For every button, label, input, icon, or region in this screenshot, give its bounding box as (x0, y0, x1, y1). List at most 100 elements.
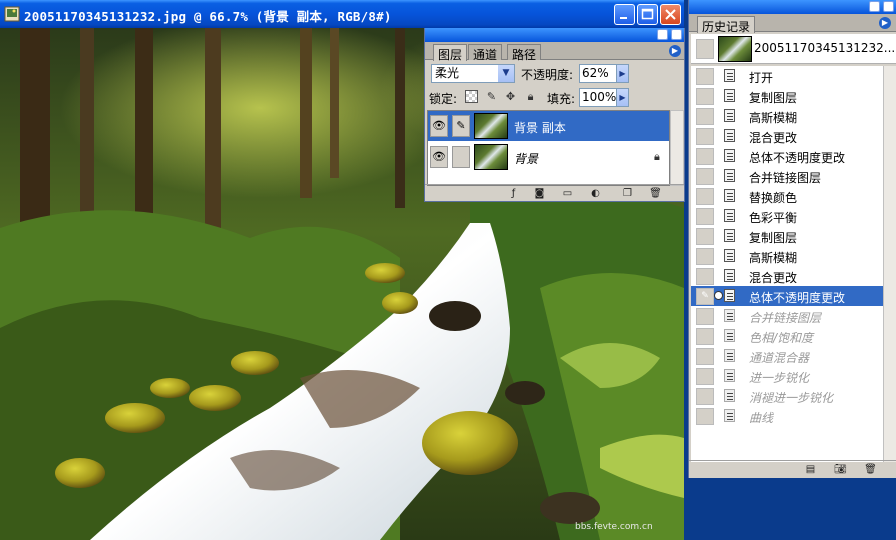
watermark-text: bbs.fevte.com.cn (575, 522, 653, 532)
layers-palette: 图层 通道 路径 ▶ 柔光 ▼ 不透明度: 62% ▶ 锁定: ✎ ✥ 🔒︎ 填… (424, 28, 685, 202)
history-source-checkbox[interactable] (696, 368, 714, 385)
minimize-icon (620, 17, 627, 19)
palette-minimize-button[interactable] (657, 29, 668, 40)
history-item[interactable]: 色相/饱和度 (691, 326, 883, 346)
history-source-checkbox[interactable] (696, 408, 714, 425)
fill-slider-button[interactable]: ▶ (616, 88, 629, 107)
snapshot-name: 20051170345131232... (754, 41, 896, 55)
history-item-label: 进一步锐化 (749, 371, 810, 385)
blend-mode-select[interactable]: 柔光 ▼ (431, 64, 515, 83)
history-source-checkbox[interactable] (696, 348, 714, 365)
tab-paths[interactable]: 路径 (507, 44, 542, 62)
tab-channels[interactable]: 通道 (468, 44, 503, 62)
layer-list-scrollbar[interactable] (670, 110, 684, 186)
new-document-from-state-icon[interactable]: ▤ (804, 463, 817, 476)
history-item[interactable]: 高斯模糊 (691, 106, 883, 126)
history-item-label: 打开 (749, 71, 774, 85)
history-state-icon (724, 349, 735, 362)
history-source-checkbox[interactable] (696, 148, 714, 165)
history-item[interactable]: 曲线 (691, 406, 883, 426)
eye-icon[interactable]: 👁︎ (430, 146, 448, 168)
palette-menu-button[interactable]: ▶ (669, 45, 681, 57)
layer-row[interactable]: 👁︎ ✎ 背景 副本 (428, 111, 669, 141)
adjustment-layer-icon[interactable]: ◐ (589, 187, 602, 200)
history-source-checkbox[interactable] (696, 68, 714, 85)
palette-close-button[interactable] (671, 29, 682, 40)
close-button[interactable] (660, 4, 681, 25)
history-scrollbar[interactable] (883, 66, 896, 462)
new-layer-icon[interactable]: ❐ (621, 187, 634, 200)
history-item[interactable]: 混合更改 (691, 126, 883, 146)
add-mask-icon[interactable]: ◙ (533, 187, 546, 200)
lock-position-icon[interactable]: ✥ (504, 90, 517, 103)
history-source-checkbox[interactable] (696, 308, 714, 325)
history-source-checkbox[interactable] (696, 248, 714, 265)
opacity-slider-button[interactable]: ▶ (616, 64, 629, 83)
history-source-checkbox[interactable] (696, 88, 714, 105)
history-state-icon (724, 229, 735, 242)
trash-icon[interactable]: 🗑︎ (864, 463, 877, 476)
history-item-label: 总体不透明度更改 (749, 151, 846, 165)
palette-menu-button[interactable]: ▶ (879, 17, 891, 29)
minimize-button[interactable] (614, 4, 635, 25)
history-source-checkbox[interactable] (696, 39, 714, 59)
tab-history[interactable]: 历史记录 (697, 16, 756, 34)
history-state-icon (724, 369, 735, 382)
new-snapshot-icon[interactable]: 📷︎ (834, 463, 847, 476)
history-state-icon (724, 109, 735, 122)
fill-input[interactable]: 100% (579, 88, 617, 107)
history-item-label: 混合更改 (749, 271, 798, 285)
history-item[interactable]: 复制图层 (691, 226, 883, 246)
lock-all-icon[interactable]: 🔒︎ (524, 90, 537, 103)
new-group-icon[interactable]: ▭ (561, 187, 574, 200)
history-state-icon (724, 69, 735, 82)
photoshop-document-icon (4, 6, 20, 22)
history-item[interactable]: 打开 (691, 66, 883, 86)
link-slot[interactable] (452, 146, 470, 168)
history-item[interactable]: 通道混合器 (691, 346, 883, 366)
history-source-checkbox[interactable] (696, 188, 714, 205)
history-state-icon (724, 129, 735, 142)
layer-name: 背景 副本 (514, 121, 566, 135)
history-item[interactable]: 高斯模糊 (691, 246, 883, 266)
history-source-checkbox[interactable] (696, 168, 714, 185)
layer-row[interactable]: 👁︎ 背景 🔒︎ (428, 142, 669, 172)
layers-palette-titlebar[interactable] (425, 28, 684, 42)
trash-icon[interactable]: 🗑︎ (649, 187, 662, 200)
history-item[interactable]: 色彩平衡 (691, 206, 883, 226)
brush-icon[interactable]: ✎ (452, 115, 470, 137)
history-item[interactable]: 消褪进一步锐化 (691, 386, 883, 406)
history-item[interactable]: 替换颜色 (691, 186, 883, 206)
chevron-down-icon[interactable]: ▼ (498, 65, 514, 82)
history-item[interactable]: 复制图层 (691, 86, 883, 106)
history-source-checkbox[interactable] (696, 228, 714, 245)
tab-layers[interactable]: 图层 (433, 44, 468, 62)
opacity-input[interactable]: 62% (579, 64, 617, 83)
history-brush-icon[interactable]: ✎ (696, 288, 714, 305)
eye-icon[interactable]: 👁︎ (430, 115, 448, 137)
lock-transparency-icon[interactable] (465, 90, 478, 103)
state-slider-icon[interactable] (714, 291, 723, 300)
history-source-checkbox[interactable] (696, 268, 714, 285)
history-item[interactable]: 合并链接图层 (691, 306, 883, 326)
history-item[interactable]: 混合更改 (691, 266, 883, 286)
document-title: 20051170345131232.jpg @ 66.7% (背景 副本, RG… (24, 9, 392, 24)
palette-minimize-button[interactable] (869, 1, 880, 12)
history-palette-titlebar[interactable] (689, 0, 896, 14)
history-item-label: 复制图层 (749, 91, 798, 105)
history-item[interactable]: 进一步锐化 (691, 366, 883, 386)
history-source-checkbox[interactable] (696, 108, 714, 125)
history-item[interactable]: 合并链接图层 (691, 166, 883, 186)
lock-paint-icon[interactable]: ✎ (485, 90, 498, 103)
maximize-button[interactable] (637, 4, 658, 25)
layer-style-icon[interactable]: ƒ (507, 187, 520, 200)
history-source-checkbox[interactable] (696, 208, 714, 225)
history-source-checkbox[interactable] (696, 128, 714, 145)
palette-close-button[interactable] (883, 1, 894, 12)
history-snapshot[interactable]: 20051170345131232... (691, 34, 896, 64)
history-source-checkbox[interactable] (696, 328, 714, 345)
history-item[interactable]: ✎ 总体不透明度更改 (691, 286, 883, 306)
history-item[interactable]: 总体不透明度更改 (691, 146, 883, 166)
document-titlebar[interactable]: 20051170345131232.jpg @ 66.7% (背景 副本, RG… (0, 0, 684, 28)
history-source-checkbox[interactable] (696, 388, 714, 405)
